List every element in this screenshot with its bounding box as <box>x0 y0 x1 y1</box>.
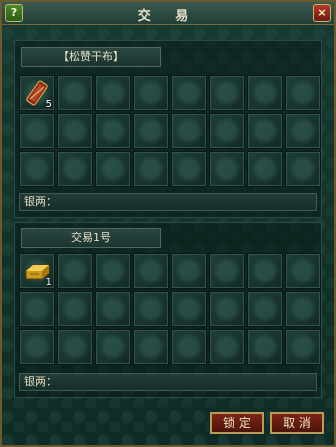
self-slot[interactable] <box>19 329 55 365</box>
partner-slot[interactable]: 5 <box>19 75 55 111</box>
partner-slot[interactable] <box>209 151 245 187</box>
self-slot[interactable] <box>285 329 321 365</box>
self-money-field: 银两： <box>19 373 317 391</box>
partner-slot[interactable] <box>171 113 207 149</box>
self-slot[interactable] <box>95 329 131 365</box>
partner-slot[interactable] <box>171 75 207 111</box>
self-slot[interactable] <box>171 291 207 327</box>
partner-slot[interactable] <box>247 113 283 149</box>
partner-slot[interactable] <box>285 151 321 187</box>
self-slot[interactable] <box>57 253 93 289</box>
close-button[interactable]: × <box>313 4 331 22</box>
partner-slot[interactable] <box>57 75 93 111</box>
self-slot[interactable] <box>57 329 93 365</box>
self-slot[interactable] <box>247 291 283 327</box>
partner-slot[interactable] <box>133 75 169 111</box>
self-slot[interactable] <box>285 291 321 327</box>
partner-slot[interactable] <box>247 75 283 111</box>
partner-slot[interactable] <box>247 151 283 187</box>
cancel-button[interactable]: 取 消 <box>270 412 324 434</box>
trade-window: ? 交 易 × 【松赞干布】 5 银两： 交易1号 1 银两： 锁 定 取 消 <box>0 0 336 447</box>
self-slot[interactable]: 1 <box>19 253 55 289</box>
self-slot[interactable] <box>95 291 131 327</box>
partner-trade-panel: 【松赞干布】 5 银两： <box>14 40 322 218</box>
partner-slot[interactable] <box>209 113 245 149</box>
self-slot[interactable] <box>209 291 245 327</box>
partner-slot[interactable] <box>285 113 321 149</box>
window-title: 交 易 <box>137 9 199 24</box>
self-item-grid: 1 <box>19 253 321 365</box>
partner-slot[interactable] <box>133 151 169 187</box>
self-slot[interactable] <box>133 329 169 365</box>
self-trade-panel: 交易1号 1 银两： <box>14 222 322 398</box>
partner-slot[interactable] <box>19 113 55 149</box>
partner-name-label: 【松赞干布】 <box>21 47 161 67</box>
self-slot[interactable] <box>209 253 245 289</box>
partner-slot[interactable] <box>57 113 93 149</box>
self-slot[interactable] <box>133 291 169 327</box>
partner-slot[interactable] <box>133 113 169 149</box>
self-slot[interactable] <box>247 253 283 289</box>
partner-slot[interactable] <box>209 75 245 111</box>
self-slot[interactable] <box>95 253 131 289</box>
partner-slot[interactable] <box>95 151 131 187</box>
partner-slot[interactable] <box>57 151 93 187</box>
self-slot[interactable] <box>57 291 93 327</box>
self-slot[interactable] <box>285 253 321 289</box>
partner-item-grid: 5 <box>19 75 321 187</box>
partner-slot[interactable] <box>285 75 321 111</box>
self-slot[interactable] <box>247 329 283 365</box>
partner-slot[interactable] <box>19 151 55 187</box>
partner-slot[interactable] <box>171 151 207 187</box>
item-count: 5 <box>45 99 52 110</box>
self-slot[interactable] <box>19 291 55 327</box>
title-bar: ? 交 易 × <box>2 2 334 25</box>
item-count: 1 <box>45 277 52 288</box>
partner-slot[interactable] <box>95 113 131 149</box>
partner-money-field: 银两： <box>19 193 317 211</box>
partner-slot[interactable] <box>95 75 131 111</box>
self-slot[interactable] <box>133 253 169 289</box>
self-slot[interactable] <box>171 329 207 365</box>
lock-button[interactable]: 锁 定 <box>210 412 264 434</box>
self-slot[interactable] <box>209 329 245 365</box>
self-name-label: 交易1号 <box>21 228 161 248</box>
self-slot[interactable] <box>171 253 207 289</box>
